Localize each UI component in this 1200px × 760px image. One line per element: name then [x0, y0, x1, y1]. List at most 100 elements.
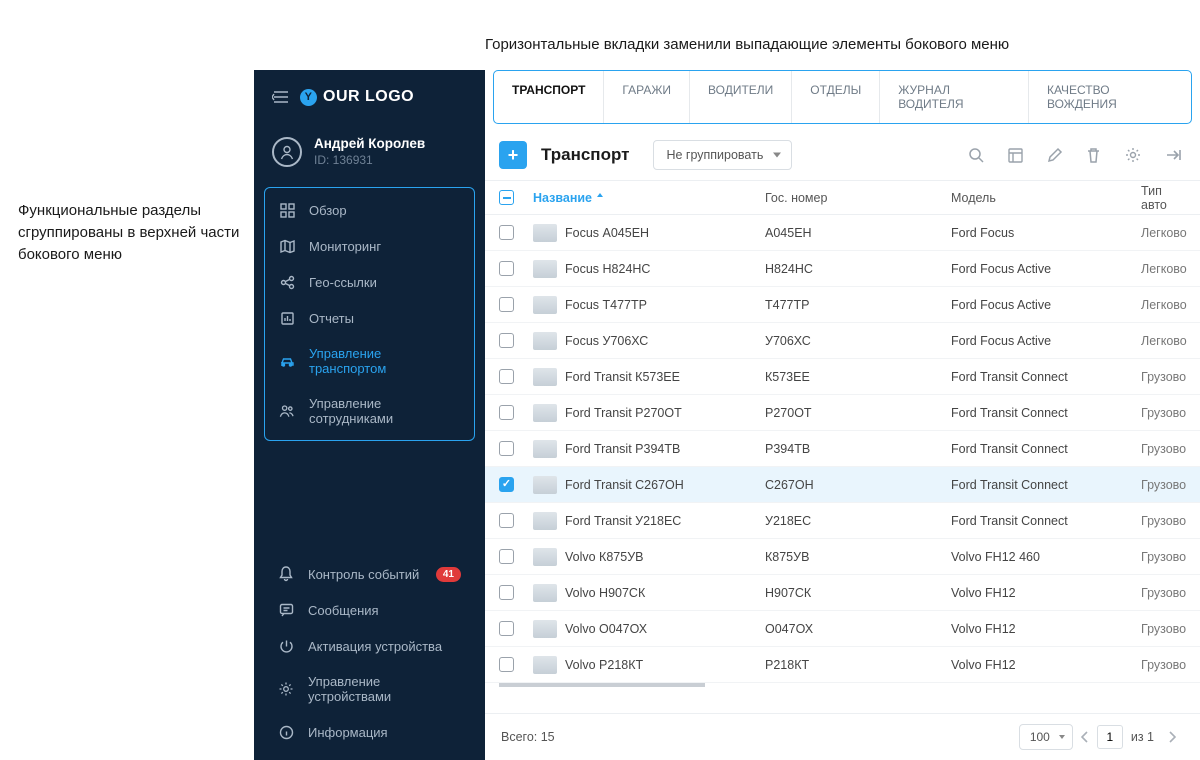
- table-row[interactable]: Volvo К875УВК875УВVolvo FH12 460Грузово: [485, 539, 1200, 575]
- table-row[interactable]: Ford Transit Р270ОТР270ОТFord Transit Co…: [485, 395, 1200, 431]
- page-size-select[interactable]: 100: [1019, 724, 1073, 750]
- table-row[interactable]: Volvo Н907СКН907СКVolvo FH12Грузово: [485, 575, 1200, 611]
- row-checkbox[interactable]: [499, 405, 514, 420]
- settings-icon[interactable]: [1120, 142, 1146, 168]
- edit-icon[interactable]: [1042, 143, 1067, 168]
- column-header-name[interactable]: Название: [533, 191, 765, 205]
- tab-5[interactable]: КАЧЕСТВО ВОЖДЕНИЯ: [1029, 71, 1191, 123]
- nav-item-bell[interactable]: Контроль событий 41: [264, 556, 475, 592]
- cell-name: Ford Transit Р394ТВ: [533, 440, 765, 458]
- vehicle-name: Focus Т477ТР: [565, 298, 647, 312]
- cell-name: Focus Н824НС: [533, 260, 765, 278]
- cell-model: Ford Transit Connect: [951, 478, 1141, 492]
- nav-item-info[interactable]: Информация: [264, 714, 475, 750]
- table-row[interactable]: Focus Т477ТРТ477ТРFord Focus ActiveЛегко…: [485, 287, 1200, 323]
- logo-text: OUR LOGO: [323, 88, 414, 106]
- cell-plate: С267ОН: [765, 478, 951, 492]
- row-checkbox[interactable]: [499, 297, 514, 312]
- column-header-model[interactable]: Модель: [951, 191, 1141, 205]
- row-checkbox[interactable]: [499, 369, 514, 384]
- cell-name: Volvo Р218КТ: [533, 656, 765, 674]
- nav-item-grid[interactable]: Обзор: [265, 192, 474, 228]
- info-icon: [278, 724, 294, 740]
- cell-type: Грузово: [1141, 586, 1186, 600]
- map-icon: [279, 238, 295, 254]
- table-row[interactable]: Volvo Р218КТР218КТVolvo FH12Грузово: [485, 647, 1200, 683]
- vehicle-name: Volvo К875УВ: [565, 550, 643, 564]
- row-checkbox[interactable]: [499, 477, 514, 492]
- nav-item-label: Контроль событий: [308, 567, 419, 582]
- select-all-checkbox[interactable]: [499, 190, 514, 205]
- menu-collapse-icon[interactable]: [272, 90, 290, 104]
- tab-4[interactable]: ЖУРНАЛ ВОДИТЕЛЯ: [880, 71, 1029, 123]
- tab-0[interactable]: ТРАНСПОРТ: [494, 71, 604, 123]
- user-block[interactable]: Андрей Королев ID: 136931: [264, 126, 475, 181]
- vehicle-name: Volvo Н907СК: [565, 586, 645, 600]
- row-checkbox[interactable]: [499, 657, 514, 672]
- columns-icon[interactable]: [1003, 143, 1028, 168]
- search-icon[interactable]: [964, 143, 989, 168]
- nav-item-message[interactable]: Сообщения: [264, 592, 475, 628]
- vehicle-name: Ford Transit Р394ТВ: [565, 442, 680, 456]
- total-count: Всего: 15: [501, 730, 555, 744]
- row-checkbox[interactable]: [499, 585, 514, 600]
- tab-3[interactable]: ОТДЕЛЫ: [792, 71, 880, 123]
- cell-type: Грузово: [1141, 658, 1186, 672]
- page-of-label: из 1: [1131, 730, 1154, 744]
- vehicle-name: Volvo О047ОХ: [565, 622, 647, 636]
- group-by-select[interactable]: Не группировать: [653, 140, 792, 170]
- row-checkbox[interactable]: [499, 513, 514, 528]
- nav-item-car[interactable]: Управление транспортом: [265, 336, 474, 386]
- table: Название Гос. номер Модель Тип авто Focu…: [485, 181, 1200, 713]
- nav-item-label: Управление транспортом: [309, 346, 460, 376]
- table-row[interactable]: Ford Transit Р394ТВР394ТВFord Transit Co…: [485, 431, 1200, 467]
- tab-1[interactable]: ГАРАЖИ: [604, 71, 690, 123]
- vehicle-name: Focus Н824НС: [565, 262, 650, 276]
- prev-page-button[interactable]: [1073, 725, 1097, 749]
- nav-group-secondary: Контроль событий 41 Сообщения Активация уст…: [264, 556, 475, 750]
- nav-item-gear[interactable]: Управление устройствами: [264, 664, 475, 714]
- vehicle-name: Ford Transit Р270ОТ: [565, 406, 682, 420]
- nav-item-report[interactable]: Отчеты: [265, 300, 474, 336]
- nav-item-people[interactable]: Управление сотрудниками: [265, 386, 474, 436]
- column-header-plate[interactable]: Гос. номер: [765, 191, 951, 205]
- table-row[interactable]: Volvo О047ОХО047ОХVolvo FH12Грузово: [485, 611, 1200, 647]
- add-button[interactable]: +: [499, 141, 527, 169]
- next-page-button[interactable]: [1160, 725, 1184, 749]
- badge: 41: [436, 567, 461, 582]
- table-row[interactable]: Focus У706ХСУ706ХСFord Focus ActiveЛегко…: [485, 323, 1200, 359]
- row-checkbox[interactable]: [499, 621, 514, 636]
- horizontal-scrollbar[interactable]: [499, 683, 1186, 687]
- main-content: ТРАНСПОРТГАРАЖИВОДИТЕЛИОТДЕЛЫЖУРНАЛ ВОДИ…: [485, 70, 1200, 760]
- vehicle-name: Ford Transit У218ЕС: [565, 514, 681, 528]
- table-row[interactable]: Ford Transit У218ЕСУ218ЕСFord Transit Co…: [485, 503, 1200, 539]
- vehicle-name: Focus У706ХС: [565, 334, 648, 348]
- row-checkbox[interactable]: [499, 549, 514, 564]
- row-checkbox[interactable]: [499, 333, 514, 348]
- table-row[interactable]: Ford Transit К573ЕЕК573ЕЕFord Transit Co…: [485, 359, 1200, 395]
- page-input[interactable]: [1097, 725, 1123, 749]
- table-row[interactable]: Focus Н824НСН824НСFord Focus ActiveЛегко…: [485, 251, 1200, 287]
- sort-asc-icon: [596, 193, 604, 203]
- cell-plate: А045ЕН: [765, 226, 951, 240]
- row-checkbox[interactable]: [499, 261, 514, 276]
- cell-model: Ford Transit Connect: [951, 406, 1141, 420]
- nav-item-share[interactable]: Гео-ссылки: [265, 264, 474, 300]
- delete-icon[interactable]: [1081, 143, 1106, 168]
- column-header-type[interactable]: Тип авто: [1141, 184, 1186, 212]
- vehicle-thumbnail: [533, 296, 557, 314]
- row-checkbox[interactable]: [499, 441, 514, 456]
- cell-name: Ford Transit У218ЕС: [533, 512, 765, 530]
- nav-item-label: Сообщения: [308, 603, 379, 618]
- expand-icon[interactable]: [1160, 143, 1186, 167]
- vehicle-name: Ford Transit К573ЕЕ: [565, 370, 680, 384]
- nav-item-map[interactable]: Мониторинг: [265, 228, 474, 264]
- tab-2[interactable]: ВОДИТЕЛИ: [690, 71, 792, 123]
- row-checkbox[interactable]: [499, 225, 514, 240]
- table-row[interactable]: Ford Transit С267ОНС267ОНFord Transit Co…: [485, 467, 1200, 503]
- vehicle-thumbnail: [533, 224, 557, 242]
- cell-model: Ford Focus Active: [951, 298, 1141, 312]
- table-row[interactable]: Focus А045ЕНА045ЕНFord FocusЛегково: [485, 215, 1200, 251]
- nav-item-power[interactable]: Активация устройства: [264, 628, 475, 664]
- nav-item-label: Информация: [308, 725, 388, 740]
